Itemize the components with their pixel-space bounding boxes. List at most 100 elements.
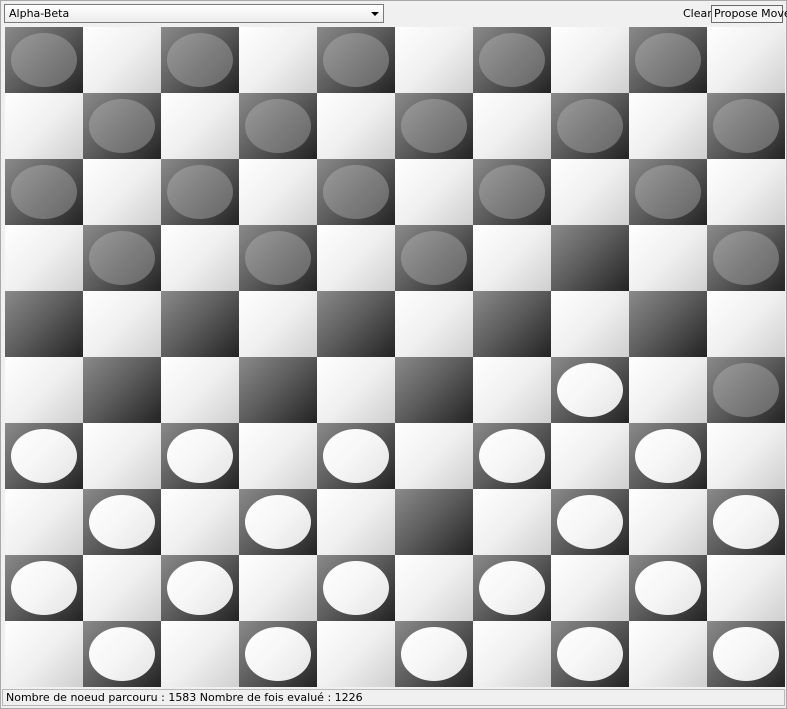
white-piece[interactable] — [167, 429, 233, 483]
black-piece[interactable] — [89, 231, 155, 285]
board-square[interactable] — [551, 357, 629, 423]
board-square[interactable] — [551, 27, 629, 93]
white-piece[interactable] — [635, 561, 701, 615]
board-square[interactable] — [317, 423, 395, 489]
white-piece[interactable] — [713, 627, 779, 681]
board-square[interactable] — [473, 555, 551, 621]
board-square[interactable] — [317, 27, 395, 93]
black-piece[interactable] — [713, 99, 779, 153]
black-piece[interactable] — [713, 231, 779, 285]
board-square[interactable] — [5, 621, 83, 687]
white-piece[interactable] — [713, 495, 779, 549]
board-square[interactable] — [707, 291, 785, 357]
white-piece[interactable] — [401, 627, 467, 681]
board-square[interactable] — [551, 159, 629, 225]
board-square[interactable] — [83, 621, 161, 687]
board-square[interactable] — [239, 489, 317, 555]
board-square[interactable] — [161, 291, 239, 357]
black-piece[interactable] — [713, 363, 779, 417]
board-square[interactable] — [161, 27, 239, 93]
board-square[interactable] — [707, 27, 785, 93]
board-square[interactable] — [83, 93, 161, 159]
white-piece[interactable] — [323, 429, 389, 483]
black-piece[interactable] — [557, 99, 623, 153]
board-square[interactable] — [239, 555, 317, 621]
board-square[interactable] — [83, 489, 161, 555]
board-square[interactable] — [551, 621, 629, 687]
board-square[interactable] — [629, 27, 707, 93]
board-square[interactable] — [551, 555, 629, 621]
black-piece[interactable] — [635, 165, 701, 219]
board-square[interactable] — [473, 291, 551, 357]
board-square[interactable] — [707, 159, 785, 225]
board-square[interactable] — [473, 489, 551, 555]
board-square[interactable] — [707, 93, 785, 159]
board-square[interactable] — [395, 27, 473, 93]
board-square[interactable] — [83, 159, 161, 225]
board-square[interactable] — [473, 423, 551, 489]
board-square[interactable] — [83, 291, 161, 357]
black-piece[interactable] — [167, 165, 233, 219]
board-square[interactable] — [707, 225, 785, 291]
black-piece[interactable] — [479, 33, 545, 87]
board-square[interactable] — [5, 489, 83, 555]
board-square[interactable] — [707, 489, 785, 555]
board-square[interactable] — [551, 225, 629, 291]
board-square[interactable] — [551, 423, 629, 489]
board-square[interactable] — [317, 225, 395, 291]
board-square[interactable] — [395, 225, 473, 291]
board-square[interactable] — [239, 159, 317, 225]
board-square[interactable] — [629, 225, 707, 291]
board-square[interactable] — [161, 555, 239, 621]
board-square[interactable] — [83, 423, 161, 489]
board-square[interactable] — [161, 357, 239, 423]
black-piece[interactable] — [245, 99, 311, 153]
board-square[interactable] — [317, 291, 395, 357]
black-piece[interactable] — [401, 99, 467, 153]
board-square[interactable] — [317, 357, 395, 423]
chevron-down-icon[interactable] — [371, 12, 379, 16]
board-square[interactable] — [5, 93, 83, 159]
black-piece[interactable] — [89, 99, 155, 153]
board-square[interactable] — [5, 159, 83, 225]
board-square[interactable] — [317, 93, 395, 159]
black-piece[interactable] — [323, 33, 389, 87]
board-square[interactable] — [395, 489, 473, 555]
board-square[interactable] — [239, 423, 317, 489]
board-square[interactable] — [629, 291, 707, 357]
board-square[interactable] — [395, 555, 473, 621]
board-square[interactable] — [629, 93, 707, 159]
board-square[interactable] — [239, 357, 317, 423]
black-piece[interactable] — [479, 165, 545, 219]
white-piece[interactable] — [89, 627, 155, 681]
board-square[interactable] — [161, 225, 239, 291]
black-piece[interactable] — [635, 33, 701, 87]
board-square[interactable] — [629, 621, 707, 687]
board-square[interactable] — [239, 225, 317, 291]
board-square[interactable] — [239, 291, 317, 357]
board-square[interactable] — [5, 225, 83, 291]
board-square[interactable] — [707, 555, 785, 621]
board-square[interactable] — [473, 621, 551, 687]
white-piece[interactable] — [245, 495, 311, 549]
white-piece[interactable] — [323, 561, 389, 615]
white-piece[interactable] — [479, 429, 545, 483]
white-piece[interactable] — [11, 429, 77, 483]
board-square[interactable] — [473, 225, 551, 291]
board-square[interactable] — [317, 621, 395, 687]
board-square[interactable] — [629, 159, 707, 225]
black-piece[interactable] — [323, 165, 389, 219]
board-square[interactable] — [395, 423, 473, 489]
black-piece[interactable] — [167, 33, 233, 87]
black-piece[interactable] — [401, 231, 467, 285]
board-square[interactable] — [707, 621, 785, 687]
board-square[interactable] — [473, 93, 551, 159]
white-piece[interactable] — [635, 429, 701, 483]
board-square[interactable] — [629, 423, 707, 489]
white-piece[interactable] — [557, 627, 623, 681]
board-square[interactable] — [707, 357, 785, 423]
board-square[interactable] — [473, 159, 551, 225]
propose-move-button[interactable]: Propose Move — [711, 5, 787, 23]
board-square[interactable] — [395, 291, 473, 357]
board-square[interactable] — [5, 423, 83, 489]
